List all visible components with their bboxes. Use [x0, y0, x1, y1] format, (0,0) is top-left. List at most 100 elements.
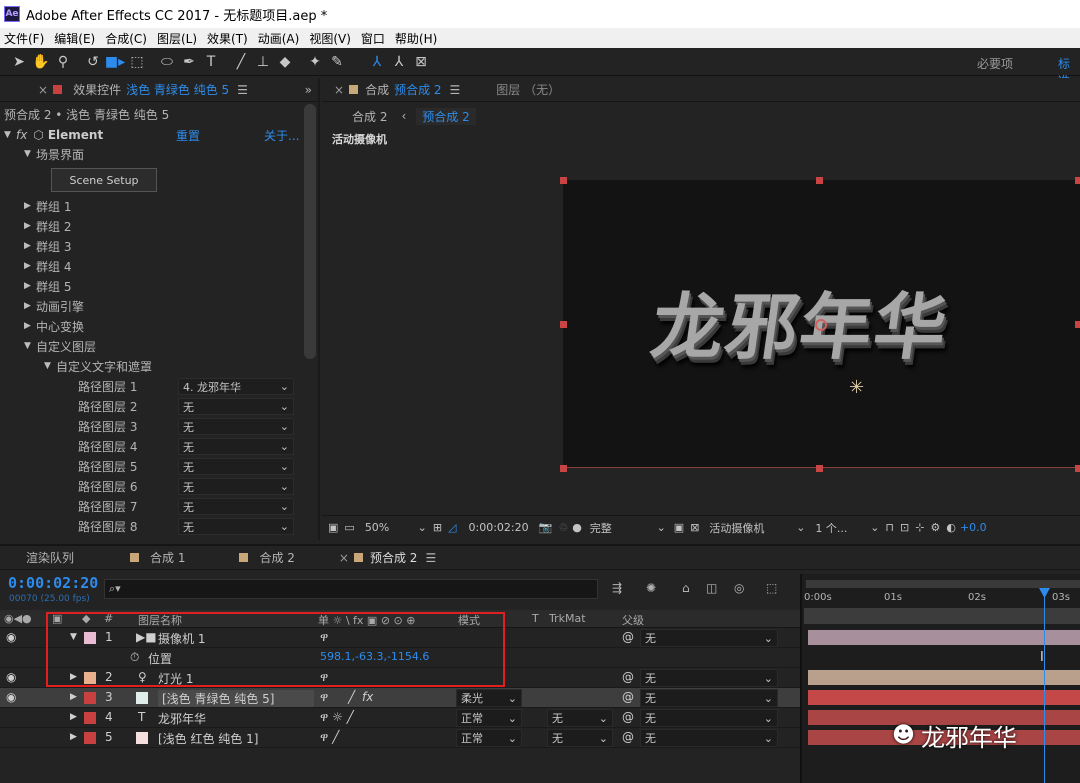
region-of-interest-icon[interactable]: ◿: [448, 521, 456, 534]
expand-triangle-icon[interactable]: ▶: [70, 692, 77, 702]
expand-triangle-icon[interactable]: ▶: [70, 712, 77, 722]
pan-behind-tool-icon[interactable]: ⬚: [126, 51, 148, 73]
view-axis-icon[interactable]: ⊠: [410, 51, 432, 73]
group-4[interactable]: ▶ 群组 4: [24, 256, 71, 276]
draft3d-icon[interactable]: ✺: [646, 581, 656, 595]
transform-handle[interactable]: [816, 465, 823, 472]
scene-setup-button[interactable]: Scene Setup: [51, 168, 157, 192]
work-area-bar[interactable]: [806, 580, 1080, 588]
effect-controls-tab[interactable]: × 效果控件 浅色 青绿色 纯色 5 ☰ »: [0, 78, 318, 102]
expand-triangle-icon[interactable]: ▶: [70, 732, 77, 742]
trkmat-dropdown[interactable]: 无 ⌄: [547, 709, 613, 727]
transform-handle[interactable]: [560, 465, 567, 472]
table-row[interactable]: ▶ 4 T 龙邪年华 ዋ ☼ ╱ 正常 ⌄ 无 ⌄ @ 无 ⌄: [0, 708, 800, 728]
zoom-dropdown[interactable]: 50% ⌄: [365, 521, 427, 534]
tab-layer-viewer[interactable]: 图层 （无）: [496, 81, 560, 98]
parent-dropdown[interactable]: 无 ⌄: [640, 709, 778, 727]
mode-dropdown[interactable]: 正常 ⌄: [456, 709, 522, 727]
layer-label-color[interactable]: [84, 692, 96, 704]
tab-comp2[interactable]: 合成 2: [259, 549, 294, 566]
mode-dropdown[interactable]: 柔光 ⌄: [456, 689, 522, 707]
trkmat-dropdown[interactable]: 无 ⌄: [547, 729, 613, 747]
world-axis-icon[interactable]: ⅄: [388, 51, 410, 73]
eye-icon[interactable]: ◉: [6, 690, 16, 704]
path-layer-7-dropdown[interactable]: 无 ⌄: [178, 498, 294, 515]
menu-composition[interactable]: 合成(C): [101, 30, 153, 47]
pickwhip-icon[interactable]: @: [622, 730, 634, 744]
group-5[interactable]: ▶ 群组 5: [24, 276, 71, 296]
eraser-tool-icon[interactable]: ◆: [274, 51, 296, 73]
light-icon[interactable]: ✳: [849, 377, 864, 398]
group-1[interactable]: ▶ 群组 1: [24, 196, 71, 216]
hand-tool-icon[interactable]: ✋: [30, 51, 52, 73]
time-navigator[interactable]: [804, 608, 1080, 624]
frame-blending-icon[interactable]: ◫: [706, 581, 717, 595]
close-icon[interactable]: ×: [339, 551, 349, 565]
close-icon[interactable]: ×: [38, 83, 48, 97]
layer-name[interactable]: [浅色 红色 纯色 1]: [158, 730, 258, 747]
roto-brush-tool-icon[interactable]: ✦: [304, 51, 326, 73]
custom-text-group[interactable]: ▼ 自定义文字和遮罩: [44, 356, 152, 376]
zoom-tool-icon[interactable]: ⚲: [52, 51, 74, 73]
center-transform[interactable]: ▶ 中心变换: [24, 316, 84, 336]
clone-stamp-tool-icon[interactable]: ⊥: [252, 51, 274, 73]
playhead-handle-icon[interactable]: [1039, 588, 1050, 598]
layer-duration-bar[interactable]: [808, 630, 1080, 645]
group-3[interactable]: ▶ 群组 3: [24, 236, 71, 256]
parent-dropdown[interactable]: 无 ⌄: [640, 669, 778, 687]
channel-icon[interactable]: ●: [572, 521, 582, 534]
tab-composition-label[interactable]: 合成: [365, 81, 389, 98]
group-2[interactable]: ▶ 群组 2: [24, 216, 71, 236]
menu-window[interactable]: 窗口: [357, 30, 391, 47]
fast-preview-icon[interactable]: ⊓: [885, 521, 894, 534]
transform-handle[interactable]: [1075, 465, 1080, 472]
show-snapshot-icon[interactable]: ♲: [558, 521, 568, 534]
collapse-triangle-icon[interactable]: ▼: [4, 130, 16, 140]
layer-name[interactable]: [浅色 青绿色 纯色 5]: [158, 690, 314, 707]
shy-switch-icon[interactable]: ዋ: [320, 690, 328, 705]
tab-comp1[interactable]: 合成 1: [150, 549, 185, 566]
layer-duration-bar[interactable]: [808, 670, 1080, 685]
parent-dropdown[interactable]: 无 ⌄: [640, 729, 778, 747]
exposure-value[interactable]: +0.0: [960, 521, 987, 534]
custom-layer-group[interactable]: ▼ 自定义图层: [24, 336, 96, 356]
fx-switch-icon[interactable]: fx: [362, 690, 373, 704]
path-layer-8-dropdown[interactable]: 无 ⌄: [178, 518, 294, 535]
monitor-icon[interactable]: ▭: [344, 521, 354, 534]
menu-view[interactable]: 视图(V): [305, 30, 357, 47]
breadcrumb-item-precomp2[interactable]: 预合成 2: [416, 107, 476, 125]
render-icon[interactable]: ⚙: [930, 521, 940, 534]
toggle-transparency-icon[interactable]: ▣: [674, 521, 684, 534]
shy-layers-icon[interactable]: ⌂: [682, 581, 690, 595]
rotate-tool-icon[interactable]: ↺: [82, 51, 104, 73]
view-dropdown[interactable]: 活动摄像机 ⌄: [709, 520, 805, 536]
layer-duration-bar[interactable]: [808, 690, 1080, 705]
current-time[interactable]: 0:00:02:20: [469, 521, 529, 534]
layer-label-color[interactable]: [84, 732, 96, 744]
fx-icon[interactable]: fx: [16, 128, 27, 142]
quality-dropdown[interactable]: 完整 ⌄: [590, 520, 666, 536]
layer-label-color[interactable]: [84, 712, 96, 724]
local-axis-icon[interactable]: ⅄: [366, 51, 388, 73]
menu-animation[interactable]: 动画(A): [254, 30, 306, 47]
playhead[interactable]: [1044, 588, 1045, 783]
eye-icon[interactable]: ◉: [6, 670, 16, 684]
reset-exposure-icon[interactable]: ◐: [946, 521, 956, 534]
table-row[interactable]: ▶ 5 [浅色 红色 纯色 1] ዋ ╱ 正常 ⌄ 无 ⌄ @ 无 ⌄: [0, 728, 800, 748]
panel-menu-icon[interactable]: ☰: [425, 551, 436, 565]
path-layer-5-dropdown[interactable]: 无 ⌄: [178, 458, 294, 475]
type-tool-icon[interactable]: T: [200, 51, 222, 73]
grid-icon[interactable]: ⊠: [690, 521, 699, 534]
shy-switch-icon[interactable]: ዋ ╱: [320, 730, 339, 745]
graph-editor-icon[interactable]: ⬚: [766, 581, 777, 595]
pickwhip-icon[interactable]: @: [622, 690, 634, 704]
transform-handle[interactable]: [816, 177, 823, 184]
composition-frame[interactable]: 龙邪年华 ✳: [563, 180, 1080, 468]
transform-handle[interactable]: [1075, 321, 1080, 328]
workspace-essentials[interactable]: 必要项: [977, 55, 1013, 72]
menu-layer[interactable]: 图层(L): [153, 30, 203, 47]
transform-handle[interactable]: [560, 177, 567, 184]
layer-name[interactable]: 龙邪年华: [158, 710, 206, 727]
expand-panels-icon[interactable]: »: [305, 83, 312, 97]
puppet-pin-tool-icon[interactable]: ✎: [326, 51, 348, 73]
